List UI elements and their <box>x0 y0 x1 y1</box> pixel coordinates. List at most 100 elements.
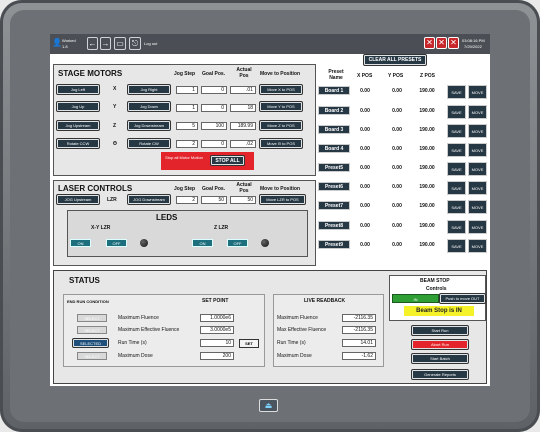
laser-col-step: Jog Step <box>174 186 196 192</box>
home-button[interactable]: ⏏ <box>259 399 278 412</box>
preset-name-2[interactable]: Board 2 <box>318 106 350 115</box>
preset-name-5[interactable]: Preset5 <box>318 163 350 172</box>
preset-move-button-1[interactable]: MOVE <box>468 85 487 99</box>
logout-icon[interactable]: ⎋ <box>129 37 141 50</box>
jog-lzr-downstream-button[interactable]: JOG Downstream <box>128 195 170 204</box>
preset-save-button-4[interactable]: SAVE <box>447 143 466 157</box>
preset-save-button-2[interactable]: SAVE <box>447 105 466 119</box>
stop-all-button[interactable]: STOP ALL <box>211 156 244 165</box>
theta-actual-field: .02 <box>230 140 256 148</box>
preset-name-1[interactable]: Board 1 <box>318 86 350 95</box>
abort-run-button[interactable]: Abort Run <box>412 340 468 349</box>
logout-label[interactable]: Log out <box>144 41 157 46</box>
select-max-eff-fluence-button[interactable]: SELECT <box>77 326 107 334</box>
jog-down-button[interactable]: Jog Down <box>128 102 170 111</box>
move-lzr-button[interactable]: Move LZR to POS <box>260 195 305 204</box>
axis-lzr-label: LZR <box>107 197 117 203</box>
jog-downstream-button[interactable]: Jog Downstream <box>128 121 170 130</box>
preset-col-name: Preset Name <box>328 69 344 81</box>
preset-save-button-5[interactable]: SAVE <box>447 162 466 176</box>
y-goal-field[interactable]: 0 <box>201 104 227 112</box>
preset-save-button-1[interactable]: SAVE <box>447 85 466 99</box>
close-icon-2[interactable]: ✕ <box>436 37 447 49</box>
preset-name-7[interactable]: Preset7 <box>318 201 350 210</box>
preset-name-9[interactable]: Preset9 <box>318 240 350 249</box>
close-icon-3[interactable]: ✕ <box>448 37 459 49</box>
jog-left-button[interactable]: Jog Left <box>57 85 99 94</box>
beam-push-out-button[interactable]: Push to move OUT <box>440 294 485 303</box>
start-run-button[interactable]: Start Run <box>412 326 468 335</box>
jog-lzr-upstream-button[interactable]: JOG Upstream <box>57 195 99 204</box>
preset-save-button-9[interactable]: SAVE <box>447 239 466 253</box>
preset-save-button-7[interactable]: SAVE <box>447 200 466 214</box>
set-point-title: SET POINT <box>202 298 229 304</box>
move-theta-button[interactable]: Move Θ to POS <box>260 139 302 148</box>
y-step-field[interactable]: 1 <box>176 104 198 112</box>
preset-name-4[interactable]: Board 4 <box>318 144 350 153</box>
preset-save-button-3[interactable]: SAVE <box>447 124 466 138</box>
z-lzr-indicator <box>261 239 269 247</box>
preset-move-button-3[interactable]: MOVE <box>468 124 487 138</box>
max-dose-label: Maximum Dose <box>118 353 153 359</box>
preset-move-button-7[interactable]: MOVE <box>468 200 487 214</box>
jog-right-button[interactable]: Jog Right <box>128 85 170 94</box>
stage-col-move: Move to Position <box>260 71 300 77</box>
move-x-button[interactable]: Move X to POS <box>260 85 302 94</box>
clear-presets-button[interactable]: CLEAR ALL PRESETS <box>364 55 426 65</box>
z-step-field[interactable]: 5 <box>176 122 198 130</box>
theta-goal-field[interactable]: 0 <box>201 140 227 148</box>
beam-in-button[interactable]: IN <box>392 294 439 303</box>
screen-icon[interactable]: ▭ <box>114 37 126 50</box>
rotate-cw-button[interactable]: Rotate CW <box>128 139 170 148</box>
lzr-step-field[interactable]: 2 <box>176 196 198 204</box>
top-bar: 👤 Worked 1.8 ← → ▭ ⎋ Log out ✕ ✕ ✕ 03:08… <box>50 34 490 54</box>
x-goal-field[interactable]: 0 <box>201 86 227 94</box>
z-goal-field[interactable]: 100 <box>201 122 227 130</box>
preset-move-button-9[interactable]: MOVE <box>468 239 487 253</box>
forward-icon[interactable]: → <box>100 37 111 50</box>
preset-name-8[interactable]: Preset8 <box>318 221 350 230</box>
stage-title: STAGE MOTORS <box>58 69 123 78</box>
set-button[interactable]: SET <box>239 339 259 348</box>
preset-name-6[interactable]: Preset6 <box>318 182 350 191</box>
theta-step-field[interactable]: 2 <box>176 140 198 148</box>
selected-run-time-button[interactable]: SELECTED <box>73 339 108 347</box>
max-dose-setpoint[interactable]: 200 <box>200 352 234 360</box>
xy-lzr-off-button[interactable]: OFF <box>106 239 127 247</box>
z-lzr-on-button[interactable]: ON <box>192 239 213 247</box>
preset-save-button-6[interactable]: SAVE <box>447 181 466 195</box>
preset-move-button-2[interactable]: MOVE <box>468 105 487 119</box>
max-fluence-setpoint[interactable]: 1.0000e6 <box>200 314 234 322</box>
jog-up-button[interactable]: Jog Up <box>57 102 99 111</box>
generate-reports-button[interactable]: Generate Reports <box>412 370 468 379</box>
select-max-dose-button[interactable]: SELECT <box>77 352 107 360</box>
leds-title: LEDS <box>156 213 178 222</box>
beam-stop-state: Beam Stop is IN <box>404 306 474 316</box>
max-eff-fluence-label: Maximum Effective Fluence <box>118 327 180 333</box>
preset-y-9: 0.00 <box>392 242 402 248</box>
lzr-goal-field[interactable]: 50 <box>201 196 227 204</box>
start-batch-button[interactable]: Start Batch <box>412 354 468 363</box>
preset-y-4: 0.00 <box>392 146 402 152</box>
move-y-button[interactable]: Move Y to POS <box>260 102 302 111</box>
preset-z-9: 190.00 <box>419 242 435 248</box>
select-max-fluence-button[interactable]: SELECT <box>77 314 107 322</box>
preset-save-button-8[interactable]: SAVE <box>447 220 466 234</box>
run-time-setpoint[interactable]: 10 <box>200 339 234 347</box>
close-icon-1[interactable]: ✕ <box>424 37 435 49</box>
z-lzr-off-button[interactable]: OFF <box>227 239 248 247</box>
preset-move-button-8[interactable]: MOVE <box>468 220 487 234</box>
x-step-field[interactable]: 1 <box>176 86 198 94</box>
jog-upstream-button[interactable]: Jog Upstream <box>57 121 99 130</box>
back-icon[interactable]: ← <box>87 37 98 50</box>
preset-move-button-4[interactable]: MOVE <box>468 143 487 157</box>
xy-lzr-on-button[interactable]: ON <box>70 239 91 247</box>
rotate-ccw-button[interactable]: Rotate CCW <box>57 139 99 148</box>
max-eff-fluence-setpoint[interactable]: 3.0000e5 <box>200 326 234 334</box>
move-z-button[interactable]: Move Z to POS <box>260 121 302 130</box>
live-max-eff-fluence-value: -2116.35 <box>342 326 376 334</box>
preset-x-3: 0.00 <box>360 127 370 133</box>
preset-move-button-5[interactable]: MOVE <box>468 162 487 176</box>
preset-move-button-6[interactable]: MOVE <box>468 181 487 195</box>
preset-name-3[interactable]: Board 3 <box>318 125 350 134</box>
